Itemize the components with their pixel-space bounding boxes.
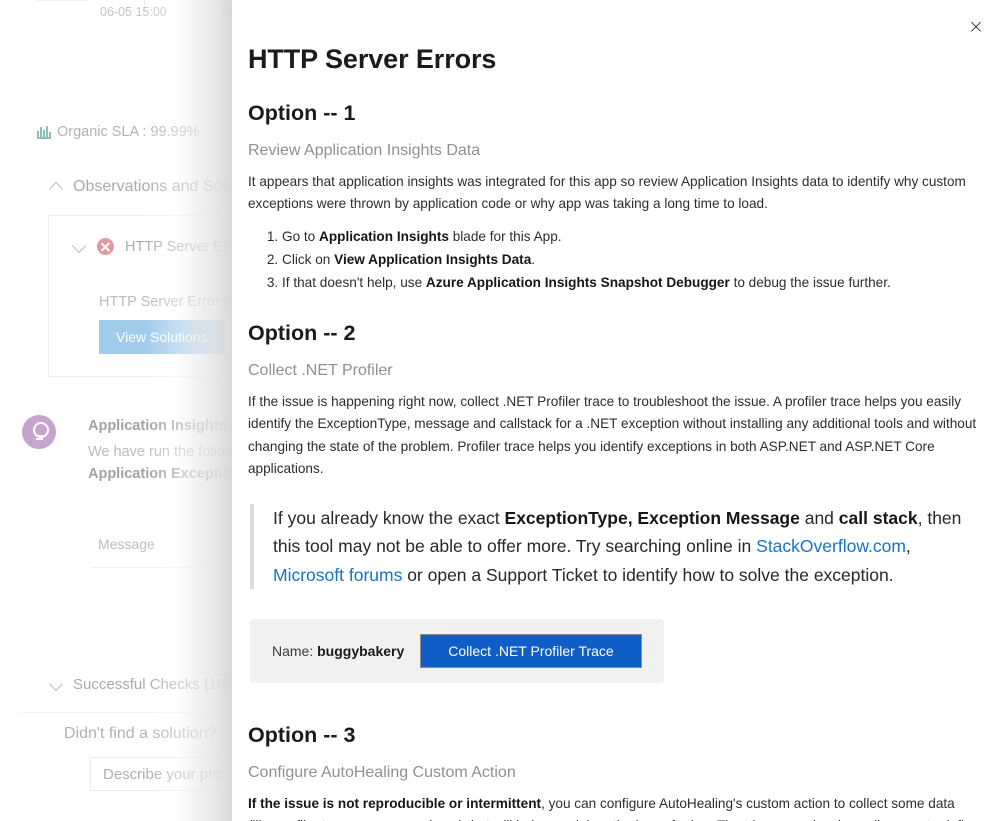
option-2-heading: Option -- 2 xyxy=(248,321,356,346)
option-1-paragraph: It appears that application insights was… xyxy=(248,174,966,212)
option-1-heading: Option -- 1 xyxy=(248,101,356,125)
insights-title: Application Insights An xyxy=(88,418,232,434)
option-1-steps: Go to Application Insights blade for thi… xyxy=(248,226,983,295)
successful-checks-header[interactable]: Successful Checks (19) xyxy=(50,676,231,693)
option-1-section: Option -- 1 Review Application Insights … xyxy=(248,101,983,295)
page-title: HTTP Server Errors xyxy=(248,44,497,74)
chevron-down-icon xyxy=(50,678,63,691)
view-solutions-button[interactable]: View Solutions xyxy=(99,320,225,354)
lightbulb-icon xyxy=(22,415,56,449)
option-2-paragraph: If the issue is happening right now, col… xyxy=(248,394,977,476)
option-2-subheading: Collect .NET Profiler xyxy=(248,362,393,380)
insights-line-2: Application Exceptions xyxy=(88,466,232,482)
option-2-note: If you already know the exact ExceptionT… xyxy=(250,503,983,589)
availability-chart-axis: 06-05 15:00 06 xyxy=(0,0,232,26)
successful-checks-label: Successful Checks (19) xyxy=(73,676,231,693)
insights-line-1: We have run the followi xyxy=(88,444,232,460)
detector-card: HTTP Server Error HTTP Server Errors De … xyxy=(48,215,232,377)
chevron-down-icon xyxy=(73,240,86,253)
option-3-heading: Option -- 3 xyxy=(248,722,356,747)
insights-table-column-header: Message xyxy=(98,536,155,552)
option-3-paragraph: If the issue is not reproducible or inte… xyxy=(248,793,983,821)
option-1-subheading: Review Application Insights Data xyxy=(248,142,481,159)
note-text: If you already know the exact xyxy=(273,507,505,528)
bar-chart-icon xyxy=(37,125,51,139)
error-circle-icon xyxy=(97,238,114,255)
resource-name-value: buggybakery xyxy=(317,642,405,659)
observations-label: Observations and Soluti xyxy=(73,178,232,195)
organic-sla-text: Organic SLA : 99.99% xyxy=(57,124,200,140)
divider xyxy=(92,567,232,568)
solutions-flyout-panel: HTTP Server Errors Option -- 1 Review Ap… xyxy=(232,0,1000,821)
divider xyxy=(22,712,232,713)
background-blade: 06-05 15:00 06 Organic SLA : 99.99% Obse… xyxy=(0,0,232,821)
organic-sla-row: Organic SLA : 99.99% xyxy=(37,124,200,140)
note-text: and xyxy=(799,507,839,528)
chart-tick-label: 06 xyxy=(222,5,232,19)
chart-residual-bar xyxy=(36,0,88,1)
describe-problem-input[interactable] xyxy=(90,757,232,791)
detector-subtitle: HTTP Server Errors De xyxy=(99,294,232,310)
stackoverflow-link[interactable]: StackOverflow.com xyxy=(756,536,906,556)
note-bold: ExceptionType, Exception Message xyxy=(504,507,800,528)
chevron-up-icon xyxy=(50,181,63,194)
detector-title: HTTP Server Error xyxy=(125,238,232,255)
chart-tick-label: 06-05 15:00 xyxy=(100,5,167,19)
list-item: Click on View Application Insights Data. xyxy=(282,249,983,272)
no-solution-prompt: Didn't find a solution? xyxy=(64,725,217,742)
option-2-section: Option -- 2 Collect .NET Profiler If the… xyxy=(248,321,983,697)
list-item: Go to Application Insights blade for thi… xyxy=(282,226,983,249)
collect-profiler-trace-button[interactable]: Collect .NET Profiler Trace xyxy=(420,633,642,668)
option-3-section: Option -- 3 Configure AutoHealing Custom… xyxy=(248,723,983,821)
microsoft-forums-link[interactable]: Microsoft forums xyxy=(273,565,402,585)
list-item: If that doesn't help, use Azure Applicat… xyxy=(282,272,983,295)
note-bold: call stack xyxy=(838,507,918,528)
collect-profiler-action-card: Name: buggybakery Collect .NET Profiler … xyxy=(250,618,664,683)
option-3-paragraph-bold: If the issue is not reproducible or inte… xyxy=(248,795,542,811)
observations-section-header[interactable]: Observations and Soluti xyxy=(50,178,232,196)
detector-card-header[interactable]: HTTP Server Error xyxy=(73,238,232,255)
background-content: 06-05 15:00 06 Organic SLA : 99.99% Obse… xyxy=(0,0,232,821)
screen: 06-05 15:00 06 Organic SLA : 99.99% Obse… xyxy=(0,0,1000,821)
panel-content: HTTP Server Errors Option -- 1 Review Ap… xyxy=(232,0,1000,821)
option-3-subheading: Configure AutoHealing Custom Action xyxy=(248,763,516,781)
note-text: or open a Support Ticket to identify how… xyxy=(402,564,894,585)
resource-name-label: Name: buggybakery xyxy=(272,642,405,659)
note-text: , xyxy=(905,536,911,557)
